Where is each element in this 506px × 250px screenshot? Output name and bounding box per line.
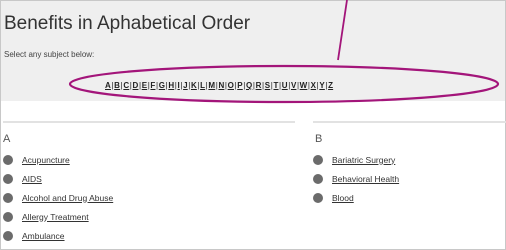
alphabet-link-d[interactable]: D: [133, 81, 139, 90]
header-panel: Benefits in Aphabetical Order Select any…: [1, 1, 505, 101]
benefit-link[interactable]: Bariatric Surgery: [332, 155, 395, 165]
section-divider-b: [313, 121, 506, 123]
benefit-link[interactable]: Blood: [332, 193, 354, 203]
benefit-link[interactable]: Ambulance: [22, 231, 65, 241]
benefit-link[interactable]: Acupuncture: [22, 155, 70, 165]
list-item: AIDS: [3, 169, 113, 188]
alphabet-link-b[interactable]: B: [114, 81, 120, 90]
list-item: Allergy Treatment: [3, 207, 113, 226]
alphabet-link-u[interactable]: U: [282, 81, 288, 90]
alphabet-link-g[interactable]: G: [159, 81, 165, 90]
list-item: Blood: [313, 188, 399, 207]
alphabet-link-c[interactable]: C: [123, 81, 129, 90]
page-title: Benefits in Aphabetical Order: [4, 13, 251, 34]
section-heading-b: B: [315, 133, 323, 145]
list-item: Acupuncture: [3, 150, 113, 169]
bullet-icon: [313, 154, 323, 165]
alphabet-link-w[interactable]: W: [300, 81, 308, 90]
benefit-link[interactable]: Allergy Treatment: [22, 212, 89, 222]
bullet-icon: [3, 230, 13, 241]
alphabet-link-s[interactable]: S: [265, 81, 271, 90]
bullet-icon: [3, 192, 13, 203]
benefit-link[interactable]: Alcohol and Drug Abuse: [22, 193, 113, 203]
alphabet-link-t[interactable]: T: [273, 81, 278, 90]
bullet-icon: [313, 173, 323, 184]
alphabet-link-h[interactable]: H: [168, 81, 174, 90]
alphabet-link-j[interactable]: J: [183, 81, 188, 90]
alphabet-nav: A|B|C|D|E|F|G|H|I|J|K|L|M|N|O|P|Q|R|S|T|…: [105, 81, 333, 90]
alphabet-link-z[interactable]: Z: [328, 81, 333, 90]
alphabet-link-n[interactable]: N: [218, 81, 224, 90]
alphabet-link-m[interactable]: M: [208, 81, 215, 90]
alphabet-link-e[interactable]: E: [142, 81, 148, 90]
bullet-icon: [3, 173, 13, 184]
bullet-icon: [313, 192, 323, 203]
alphabet-link-o[interactable]: O: [228, 81, 234, 90]
alphabet-link-r[interactable]: R: [256, 81, 262, 90]
alphabet-link-x[interactable]: X: [311, 81, 317, 90]
bullet-icon: [3, 154, 13, 165]
bullet-icon: [3, 211, 13, 222]
alphabet-link-k[interactable]: K: [191, 81, 197, 90]
list-item: Ambulance: [3, 226, 113, 245]
alphabet-link-q[interactable]: Q: [246, 81, 252, 90]
benefit-list-b: Bariatric Surgery Behavioral Health Blood: [313, 150, 399, 207]
alphabet-link-v[interactable]: V: [291, 81, 297, 90]
benefit-link[interactable]: AIDS: [22, 174, 42, 184]
benefit-list-a: Acupuncture AIDS Alcohol and Drug Abuse All…: [3, 150, 113, 245]
alphabet-link-p[interactable]: P: [237, 81, 243, 90]
section-divider-a: [3, 121, 295, 123]
section-heading-a: A: [3, 133, 11, 145]
list-item: Behavioral Health: [313, 169, 399, 188]
alphabet-link-l[interactable]: L: [200, 81, 205, 90]
benefit-link[interactable]: Behavioral Health: [332, 174, 399, 184]
list-item: Bariatric Surgery: [313, 150, 399, 169]
alphabet-link-f[interactable]: F: [150, 81, 155, 90]
instruction-text: Select any subject below:: [4, 50, 95, 59]
list-item: Alcohol and Drug Abuse: [3, 188, 113, 207]
